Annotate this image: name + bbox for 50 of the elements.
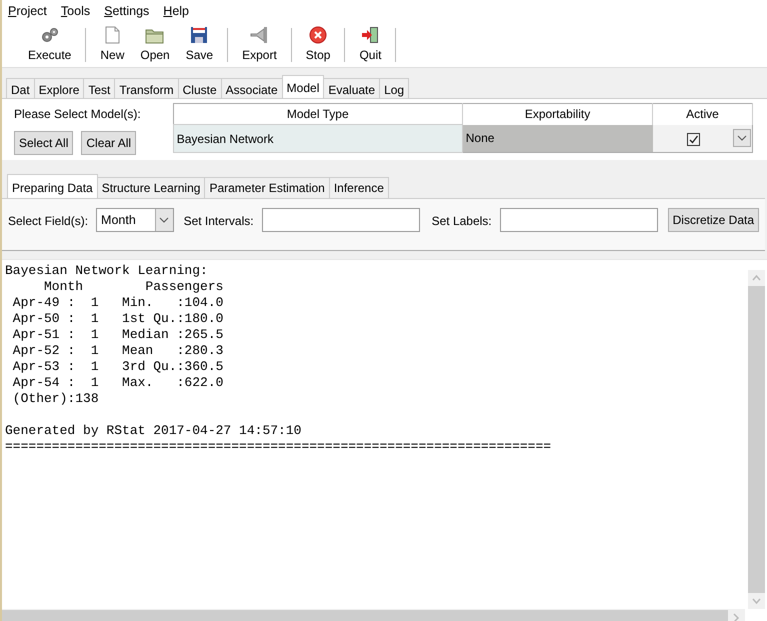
menu-item[interactable]: Tools [60,2,90,20]
output-line: ====================================================================== [5,439,552,455]
table-cell: Bayesian Network [173,124,462,152]
output-line: Bayesian Network Learning: [5,263,208,279]
select-models-label: Please Select Model(s): [14,106,141,123]
vertical-scrollbar[interactable] [748,270,765,609]
menu-item[interactable]: Settings [104,2,150,20]
model-button[interactable]: Clear All [81,131,136,155]
toolbar-button[interactable]: New [94,26,130,64]
tab[interactable]: Explore [34,78,84,98]
horizontal-scrollbar[interactable] [2,609,745,621]
stop-icon [308,26,328,44]
output-line: Apr-50 : 1 1st Qu.:180.0 [12,311,224,327]
tab[interactable]: Model [282,75,324,98]
field-label: Set Labels: [432,213,492,230]
output-line: Apr-49 : 1 Min. :104.0 [12,295,224,311]
chevron-down-icon [736,135,747,142]
output-line: Apr-53 : 1 3rd Qu.:360.5 [12,359,224,375]
gears-icon [40,26,60,44]
discretize-button[interactable]: Discretize Data [668,208,759,232]
tab[interactable]: Preparing Data [7,174,98,198]
field-select[interactable]: Month [96,208,174,232]
tab[interactable]: Inference [328,177,389,198]
output-line: Apr-52 : 1 Mean :280.3 [12,343,224,359]
output-line: Generated by RStat 2017-04-27 14:57:10 [5,423,302,439]
menu-item[interactable]: Help [163,2,190,20]
field-label: Select Field(s): [8,213,88,230]
output-line: Apr-51 : 1 Median :265.5 [12,327,224,343]
active-checkbox[interactable] [686,132,700,146]
intervals-field[interactable] [262,208,420,232]
menu-item[interactable]: Project [8,2,47,20]
chevron-down-icon [159,217,170,223]
table-cell: None [462,124,653,152]
labels-field[interactable] [500,208,658,232]
toolbar-button[interactable]: Export [236,26,283,64]
output-line: Month Passengers [43,279,224,295]
model-button[interactable]: Select All [14,131,74,155]
plug-icon [249,26,270,44]
output-line: (Other):138 [12,391,99,407]
output-line: Apr-54 : 1 Max. :622.0 [12,375,224,391]
toolbar-button[interactable]: Save [180,26,220,64]
field-label: Set Intervals: [184,213,254,230]
exit-door-icon [360,26,380,44]
tab[interactable]: Log [379,78,410,98]
tab[interactable]: Dat [6,78,35,98]
toolbar-button[interactable]: Stop [300,26,336,64]
toolbar-button[interactable]: Open [134,26,176,64]
toolbar-button[interactable]: Quit [353,26,388,64]
dropdown-button[interactable] [732,129,751,148]
toolbar-button[interactable]: Execute [22,26,78,64]
